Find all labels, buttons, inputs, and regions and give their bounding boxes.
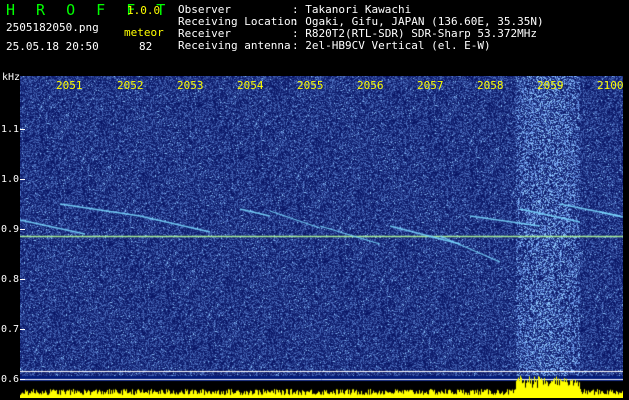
spectrogram [20, 76, 623, 398]
meteor-count: 82 [139, 40, 153, 53]
station-info: Observer : Takanori Kawachi Receiving Lo… [178, 4, 544, 52]
file-name: 2505182050.png [6, 21, 99, 34]
y-tick-label: 0.9 [1, 224, 20, 235]
x-tick-label: 2100 [597, 79, 624, 92]
x-tick-label: 2057 [417, 79, 444, 92]
x-tick-label: 2053 [177, 79, 204, 92]
x-tick-label: 2056 [357, 79, 384, 92]
info-value: : 2el-HB9CV Vertical (el. E-W) [292, 39, 491, 52]
y-tick [20, 379, 25, 380]
x-tick-label: 2058 [477, 79, 504, 92]
y-tick-label: 1.1 [1, 124, 20, 135]
x-tick-label: 2054 [237, 79, 264, 92]
y-tick [20, 179, 25, 180]
hrofft-window: H R O F F T 1.0.0 2505182050.png meteor … [0, 0, 629, 400]
frequency-unit: kHz [2, 72, 21, 83]
x-tick-label: 2055 [297, 79, 324, 92]
spectrogram-canvas [20, 76, 623, 398]
y-tick [20, 229, 25, 230]
info-label: Receiving antenna [178, 39, 291, 52]
y-tick-label: 0.8 [1, 274, 20, 285]
y-tick [20, 279, 25, 280]
x-tick-label: 2059 [537, 79, 564, 92]
meteor-label: meteor [124, 26, 164, 39]
info-row-antenna: Receiving antenna : 2el-HB9CV Vertical (… [178, 40, 544, 52]
y-tick-label: 0.7 [1, 324, 20, 335]
x-tick-label: 2052 [117, 79, 144, 92]
timestamp: 25.05.18 20:50 [6, 40, 99, 53]
y-tick [20, 129, 25, 130]
x-tick-label: 2051 [56, 79, 83, 92]
y-tick-label: 0.6 [1, 374, 20, 385]
app-version: 1.0.0 [127, 4, 161, 17]
y-tick-label: 1.0 [1, 174, 20, 185]
y-tick [20, 329, 25, 330]
